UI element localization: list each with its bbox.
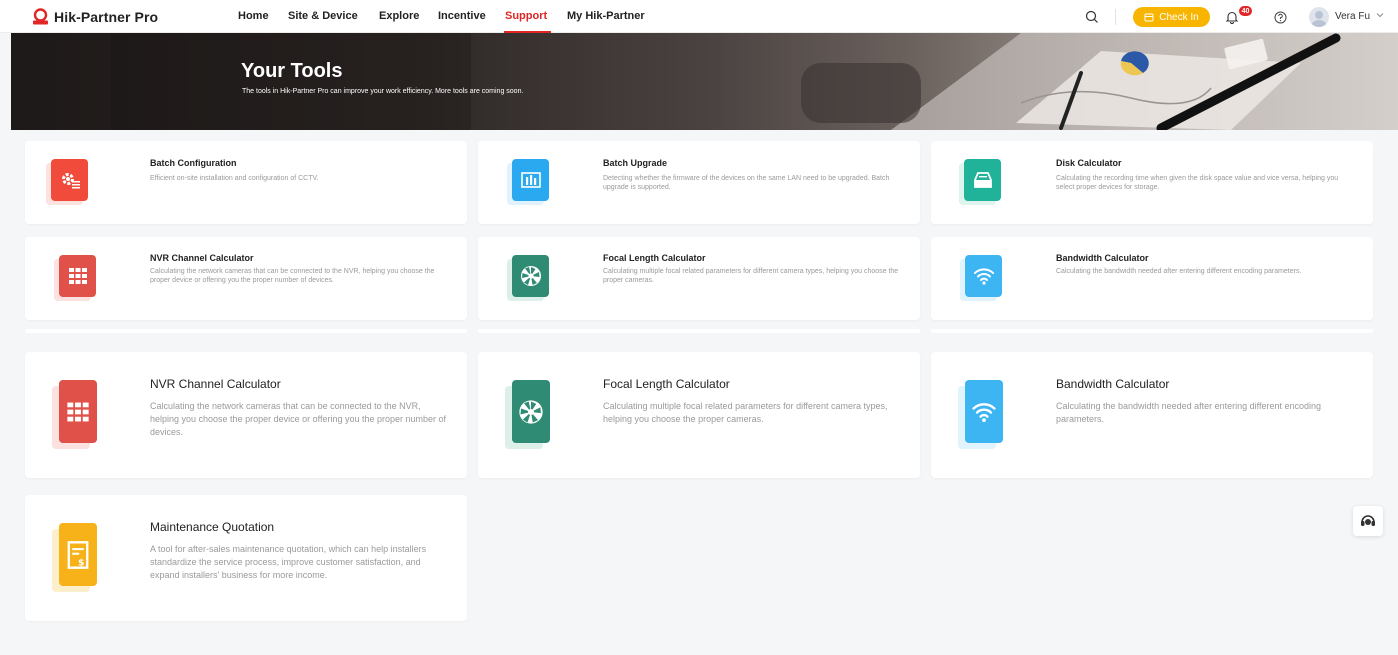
upgrade-icon xyxy=(512,159,549,201)
tools-banner: Your Tools The tools in Hik-Partner Pro … xyxy=(11,33,1398,130)
tool-description: Detecting whether the firmware of the de… xyxy=(603,175,890,192)
check-in-label: Check In xyxy=(1159,11,1199,23)
tool-description: A tool for after-sales maintenance quota… xyxy=(150,544,427,581)
tool-title: Maintenance Quotation xyxy=(150,520,275,534)
customer-support-button[interactable] xyxy=(1353,506,1383,536)
tool-card-maintenance-quotation[interactable]: $ Maintenance Quotation A tool for after… xyxy=(25,495,467,621)
hik-logo-icon[interactable] xyxy=(32,8,49,25)
chevron-down-icon[interactable] xyxy=(1376,11,1384,19)
notification-badge: 40 xyxy=(1239,6,1252,16)
tool-card-bandwidth-calculator[interactable]: Bandwidth Calculator Calculating the ban… xyxy=(931,237,1373,320)
nav-my-hik-partner[interactable]: My Hik-Partner xyxy=(567,10,645,22)
page-subtitle: The tools in Hik-Partner Pro can improve… xyxy=(242,88,524,95)
tool-description: Calculating the bandwidth needed after e… xyxy=(1056,268,1302,275)
nav-explore[interactable]: Explore xyxy=(379,10,419,22)
aperture-icon xyxy=(512,255,549,297)
tool-title: Disk Calculator xyxy=(1056,158,1122,168)
card-edge xyxy=(931,329,1373,333)
nav-home[interactable]: Home xyxy=(238,10,269,22)
tool-title: Focal Length Calculator xyxy=(603,377,730,391)
tool-title: Batch Upgrade xyxy=(603,158,668,168)
tool-title: Focal Length Calculator xyxy=(603,253,706,263)
tool-description: Calculating multiple focal related param… xyxy=(603,401,888,425)
calendar-icon xyxy=(1144,13,1154,22)
gear-list-icon xyxy=(51,159,88,201)
tool-title: Bandwidth Calculator xyxy=(1056,377,1170,391)
tool-description: Calculating the network cameras that can… xyxy=(150,401,447,438)
tool-card-focal-length-calculator-large[interactable]: Focal Length Calculator Calculating mult… xyxy=(478,352,920,478)
headset-icon xyxy=(1361,515,1375,526)
tool-card-nvr-channel-calculator-large[interactable]: NVR Channel Calculator Calculating the n… xyxy=(25,352,467,478)
search-icon[interactable] xyxy=(1082,7,1102,27)
banner-illustration xyxy=(111,33,1398,130)
page-title: Your Tools xyxy=(241,60,343,82)
tool-description: Calculating the recording time when give… xyxy=(1056,175,1339,192)
nav-site-device[interactable]: Site & Device xyxy=(288,10,358,22)
grid-icon xyxy=(59,380,97,443)
tool-title: NVR Channel Calculator xyxy=(150,377,281,391)
tool-card-focal-length-calculator[interactable]: Focal Length Calculator Calculating mult… xyxy=(478,237,920,320)
tool-card-batch-upgrade[interactable]: Batch Upgrade Detecting whether the firm… xyxy=(478,141,920,224)
wifi-icon xyxy=(965,255,1002,297)
tool-description: Calculating the network cameras that can… xyxy=(150,268,435,285)
card-edge xyxy=(478,329,920,333)
grid-icon xyxy=(59,255,96,297)
nav-incentive[interactable]: Incentive xyxy=(438,10,486,22)
tool-card-bandwidth-calculator-large[interactable]: Bandwidth Calculator Calculating the ban… xyxy=(931,352,1373,478)
tool-card-disk-calculator[interactable]: Disk Calculator Calculating the recordin… xyxy=(931,141,1373,224)
aperture-icon xyxy=(512,380,550,443)
tool-card-batch-configuration[interactable]: Batch Configuration Efficient on-site in… xyxy=(25,141,467,224)
svg-text:$: $ xyxy=(78,557,84,568)
tool-description: Calculating the bandwidth needed after e… xyxy=(1056,401,1322,425)
tool-title: Batch Configuration xyxy=(150,158,237,168)
avatar[interactable] xyxy=(1309,7,1329,27)
help-icon[interactable] xyxy=(1270,7,1290,27)
brand-name[interactable]: Hik-Partner Pro xyxy=(54,9,158,25)
tool-title: NVR Channel Calculator xyxy=(150,253,254,263)
quotation-icon: $ xyxy=(59,523,97,586)
disk-icon xyxy=(964,159,1001,201)
check-in-button[interactable]: Check In xyxy=(1133,7,1210,27)
wifi-icon xyxy=(965,380,1003,443)
card-edge xyxy=(25,329,467,333)
tool-description: Calculating multiple focal related param… xyxy=(603,268,899,285)
topbar-divider xyxy=(1115,9,1116,25)
top-navigation-bar: Hik-Partner Pro Home Site & Device Explo… xyxy=(0,0,1398,33)
user-name[interactable]: Vera Fu xyxy=(1335,11,1370,22)
nav-support[interactable]: Support xyxy=(505,10,547,22)
tool-title: Bandwidth Calculator xyxy=(1056,253,1149,263)
tool-card-nvr-channel-calculator[interactable]: NVR Channel Calculator Calculating the n… xyxy=(25,237,467,320)
tool-description: Efficient on-site installation and confi… xyxy=(150,175,319,182)
